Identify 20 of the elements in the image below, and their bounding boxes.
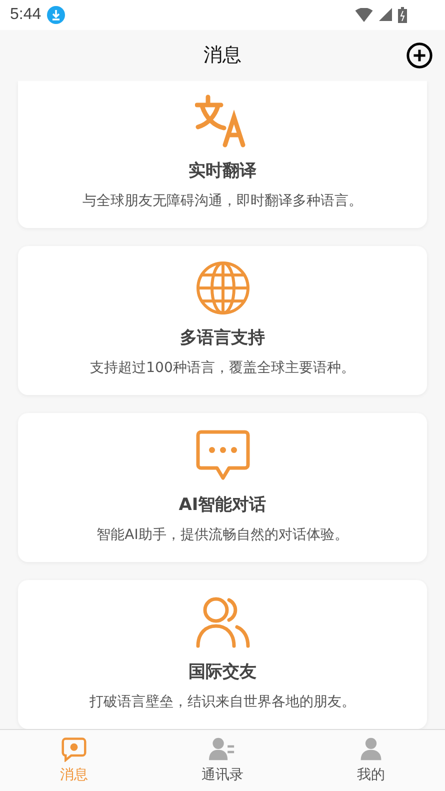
add-icon[interactable] [406, 42, 433, 69]
signal-icon [379, 8, 392, 22]
battery-icon [398, 6, 407, 23]
feature-title: 实时翻译 [188, 160, 256, 182]
feature-description: 支持超过100种语言，覆盖全球主要语种。 [90, 358, 355, 377]
globe-icon [194, 260, 250, 316]
feature-description: 打破语言壁垒，结识来自世界各地的朋友。 [90, 692, 356, 711]
nav-tab[interactable]: 通讯录 [148, 730, 297, 791]
contacts-icon [209, 736, 236, 762]
status-time: 5:44 [10, 6, 42, 24]
nav-tab[interactable]: 我的 [296, 730, 445, 791]
page-title: 消息 [204, 43, 242, 68]
wifi-icon [355, 8, 373, 22]
feature-title: 国际交友 [188, 660, 256, 683]
feature-title: 多语言支持 [180, 326, 265, 349]
download-icon [47, 6, 66, 24]
feature-title: AI智能对话 [178, 494, 266, 516]
feature-description: 智能AI助手，提供流畅自然的对话体验。 [96, 526, 348, 544]
chat-icon [61, 736, 88, 762]
feature-description: 与全球朋友无障碍沟通，即时翻译多种语言。 [82, 192, 362, 210]
